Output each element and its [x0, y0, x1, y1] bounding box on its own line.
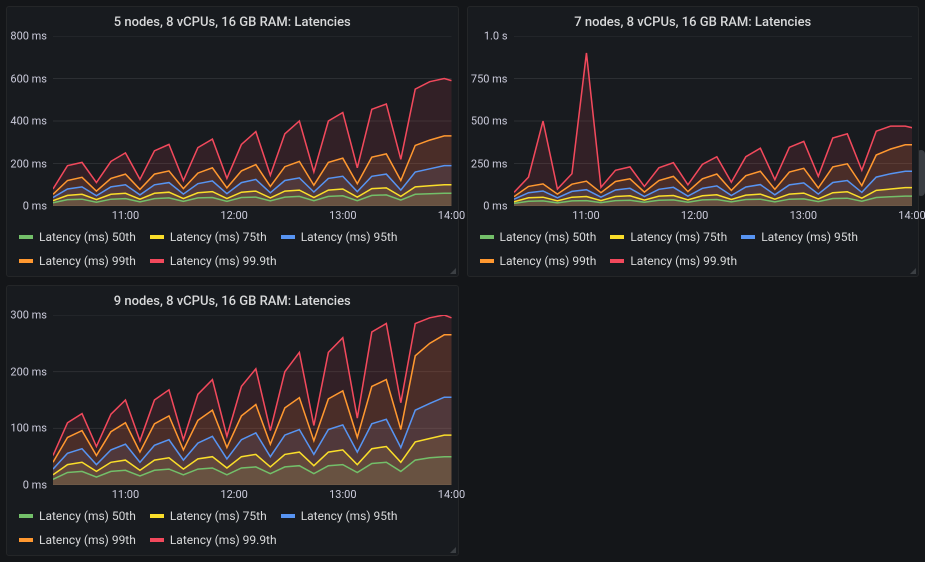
x-tick-label: 11:00: [112, 209, 139, 222]
panel-title: 9 nodes, 8 vCPUs, 16 GB RAM: Latencies: [7, 294, 458, 309]
legend-item-p95[interactable]: Latency (ms) 95th: [281, 230, 398, 244]
legend-swatch: [19, 538, 33, 542]
legend-label: Latency (ms) 95th: [761, 230, 858, 244]
x-tick-label: 11:00: [112, 488, 139, 501]
panel-p7: 7 nodes, 8 vCPUs, 16 GB RAM: Latencies 0 …: [467, 6, 920, 277]
x-axis: 11:0012:0013:0014:00: [53, 485, 452, 501]
legend-swatch: [281, 235, 295, 239]
resize-handle-icon[interactable]: [910, 268, 916, 274]
chart-area[interactable]: 0 ms250 ms500 ms750 ms1.0 s: [468, 36, 919, 206]
legend-item-p999[interactable]: Latency (ms) 99.9th: [150, 254, 277, 268]
x-tick-label: 12:00: [220, 488, 247, 501]
legend-label: Latency (ms) 99.9th: [630, 254, 737, 268]
legend-swatch: [480, 235, 494, 239]
panel-p9: 9 nodes, 8 vCPUs, 16 GB RAM: Latencies 0 …: [6, 285, 459, 556]
legend-item-p99[interactable]: Latency (ms) 99th: [19, 254, 136, 268]
legend-swatch: [150, 514, 164, 518]
legend-label: Latency (ms) 99.9th: [170, 533, 277, 547]
y-tick-label: 200 ms: [7, 157, 47, 170]
x-tick-label: 11:00: [572, 209, 599, 222]
legend-swatch: [281, 514, 295, 518]
legend-item-p99[interactable]: Latency (ms) 99th: [19, 533, 136, 547]
legend-swatch: [480, 259, 494, 263]
y-tick-label: 100 ms: [7, 422, 47, 435]
legend-label: Latency (ms) 50th: [500, 230, 597, 244]
y-tick-label: 750 ms: [468, 72, 508, 85]
legend-label: Latency (ms) 99.9th: [170, 254, 277, 268]
legend-swatch: [19, 235, 33, 239]
x-tick-label: 13:00: [329, 209, 356, 222]
legend-swatch: [19, 514, 33, 518]
legend-item-p99[interactable]: Latency (ms) 99th: [480, 254, 597, 268]
legend-item-p999[interactable]: Latency (ms) 99.9th: [610, 254, 737, 268]
chart-area[interactable]: 0 ms200 ms400 ms600 ms800 ms: [7, 36, 458, 206]
legend-item-p50[interactable]: Latency (ms) 50th: [480, 230, 597, 244]
legend-label: Latency (ms) 99th: [39, 533, 136, 547]
x-axis: 11:0012:0013:0014:00: [53, 206, 452, 222]
legend-item-p50[interactable]: Latency (ms) 50th: [19, 509, 136, 523]
y-tick-label: 800 ms: [7, 30, 47, 43]
resize-handle-icon[interactable]: [450, 547, 456, 553]
legend: Latency (ms) 50th Latency (ms) 75th Latenc…: [468, 222, 919, 274]
dashboard: 5 nodes, 8 vCPUs, 16 GB RAM: Latencies 0 …: [0, 0, 925, 562]
legend-label: Latency (ms) 75th: [630, 230, 727, 244]
legend-label: Latency (ms) 99th: [39, 254, 136, 268]
x-tick-label: 13:00: [329, 488, 356, 501]
legend-label: Latency (ms) 95th: [301, 230, 398, 244]
legend: Latency (ms) 50th Latency (ms) 75th Latenc…: [7, 222, 458, 274]
x-tick-label: 12:00: [220, 209, 247, 222]
legend-label: Latency (ms) 99th: [500, 254, 597, 268]
chart-area[interactable]: 0 ms100 ms200 ms300 ms: [7, 315, 458, 485]
panel-title: 5 nodes, 8 vCPUs, 16 GB RAM: Latencies: [7, 15, 458, 30]
y-tick-label: 0 ms: [7, 479, 47, 492]
panel-p5: 5 nodes, 8 vCPUs, 16 GB RAM: Latencies 0 …: [6, 6, 459, 277]
legend-swatch: [150, 259, 164, 263]
x-axis: 11:0012:0013:0014:00: [514, 206, 913, 222]
y-tick-label: 200 ms: [7, 365, 47, 378]
legend-swatch: [150, 538, 164, 542]
legend-item-p50[interactable]: Latency (ms) 50th: [19, 230, 136, 244]
y-tick-label: 250 ms: [468, 157, 508, 170]
legend-label: Latency (ms) 50th: [39, 230, 136, 244]
legend-item-p75[interactable]: Latency (ms) 75th: [150, 509, 267, 523]
x-tick-label: 14:00: [898, 209, 925, 222]
legend: Latency (ms) 50th Latency (ms) 75th Latenc…: [7, 501, 458, 553]
panel-title: 7 nodes, 8 vCPUs, 16 GB RAM: Latencies: [468, 15, 919, 30]
y-tick-label: 0 ms: [468, 200, 508, 213]
x-tick-label: 14:00: [438, 488, 465, 501]
legend-item-p95[interactable]: Latency (ms) 95th: [741, 230, 858, 244]
legend-item-p95[interactable]: Latency (ms) 95th: [281, 509, 398, 523]
legend-swatch: [19, 259, 33, 263]
legend-label: Latency (ms) 95th: [301, 509, 398, 523]
x-tick-label: 14:00: [438, 209, 465, 222]
legend-label: Latency (ms) 75th: [170, 509, 267, 523]
y-tick-label: 300 ms: [7, 309, 47, 322]
legend-label: Latency (ms) 75th: [170, 230, 267, 244]
legend-item-p999[interactable]: Latency (ms) 99.9th: [150, 533, 277, 547]
y-tick-label: 400 ms: [7, 115, 47, 128]
legend-swatch: [610, 259, 624, 263]
legend-item-p75[interactable]: Latency (ms) 75th: [610, 230, 727, 244]
legend-label: Latency (ms) 50th: [39, 509, 136, 523]
x-tick-label: 12:00: [681, 209, 708, 222]
y-tick-label: 600 ms: [7, 72, 47, 85]
legend-swatch: [741, 235, 755, 239]
y-tick-label: 500 ms: [468, 115, 508, 128]
x-tick-label: 13:00: [790, 209, 817, 222]
resize-handle-icon[interactable]: [450, 268, 456, 274]
y-tick-label: 1.0 s: [468, 30, 508, 43]
y-tick-label: 0 ms: [7, 200, 47, 213]
legend-swatch: [610, 235, 624, 239]
legend-item-p75[interactable]: Latency (ms) 75th: [150, 230, 267, 244]
legend-swatch: [150, 235, 164, 239]
